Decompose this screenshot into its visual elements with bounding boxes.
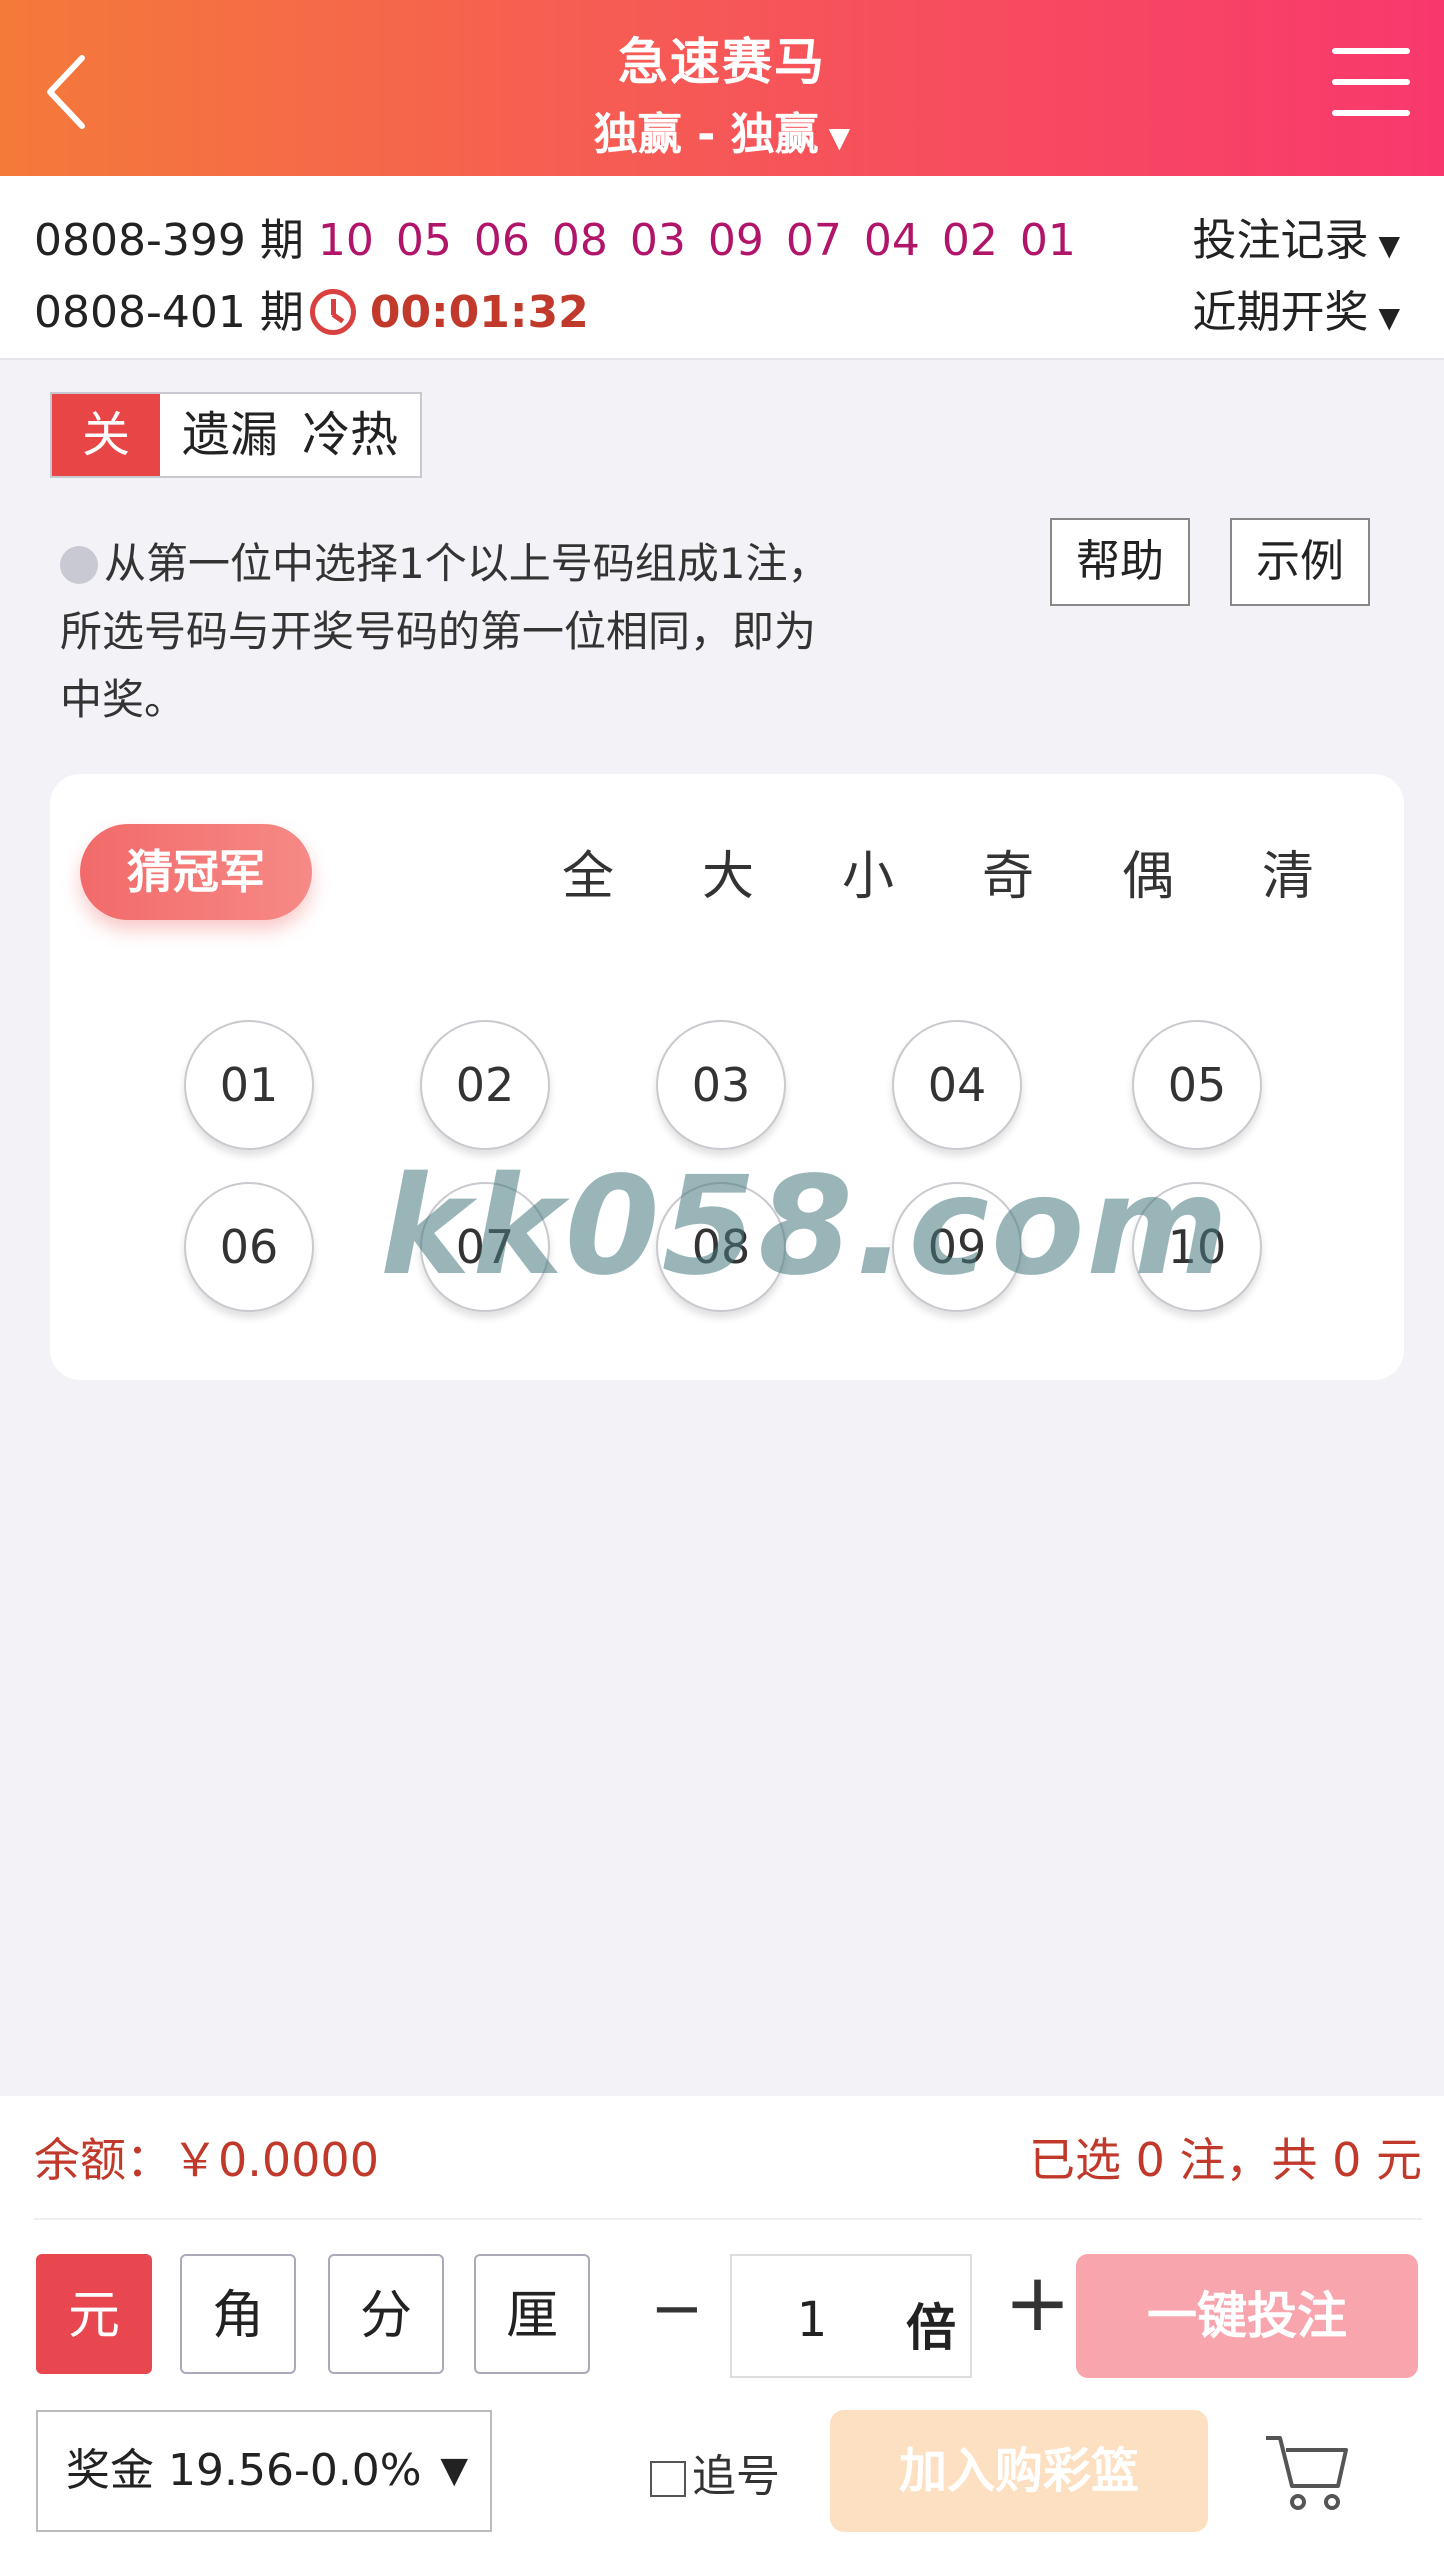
display-mode-toggle: 关 遗漏 冷热 xyxy=(50,392,423,478)
draw-number: 04 xyxy=(863,215,920,266)
rule-line-1: 从第一位中选择1个以上号码组成1注， xyxy=(104,539,830,588)
chase-checkbox[interactable]: 追号 xyxy=(650,2440,780,2504)
balance: 余额：￥0.0000 xyxy=(34,2133,379,2187)
number-ball-02[interactable]: 02 xyxy=(420,1020,550,1150)
info-dot-icon xyxy=(60,546,98,584)
bet-panel: 余额：￥0.0000 已选 0 注，共 0 元 元 角 分 厘 − 1 倍 + … xyxy=(0,2096,1444,2572)
checkbox-icon xyxy=(650,2461,686,2497)
draw-number: 08 xyxy=(551,215,608,266)
clock-icon xyxy=(309,289,356,335)
recent-draws-dropdown[interactable]: 近期开奖 ▼ xyxy=(1192,276,1400,340)
watermark: kk058.com xyxy=(380,1148,1231,1306)
draw-number: 02 xyxy=(941,215,998,266)
previous-issue-label: 0808-399 期 xyxy=(34,215,304,266)
draw-number: 01 xyxy=(1019,215,1076,266)
number-ball-06[interactable]: 06 xyxy=(184,1182,314,1312)
unit-yuan[interactable]: 元 xyxy=(36,2254,152,2374)
selection-summary: 已选 0 注，共 0 元 xyxy=(1028,2133,1422,2187)
current-issue-label: 0808-401 期 xyxy=(34,287,304,338)
caret-down-icon: ▼ xyxy=(1378,301,1400,334)
app-header: 急速赛马 独赢 - 独赢 ▼ xyxy=(0,0,1444,176)
multiplier-input[interactable]: 1 倍 xyxy=(730,2254,972,2378)
quick-select-odd[interactable]: 奇 xyxy=(968,834,1048,909)
caret-down-icon: ▼ xyxy=(1378,229,1400,262)
caret-down-icon: ▼ xyxy=(440,2450,468,2491)
number-ball-01[interactable]: 01 xyxy=(184,1020,314,1150)
number-ball-04[interactable]: 04 xyxy=(892,1020,1022,1150)
position-label: 猜冠军 xyxy=(80,824,312,920)
toggle-hotcold[interactable]: 冷热 xyxy=(302,394,420,476)
previous-draw-numbers: 10 05 06 08 03 09 07 04 02 01 xyxy=(318,215,1098,266)
page-title: 急速赛马 xyxy=(618,33,826,91)
chase-label: 追号 xyxy=(692,2451,780,2502)
multiplier-unit: 倍 xyxy=(906,2299,956,2357)
recent-draws-label: 近期开奖 xyxy=(1192,287,1369,338)
bet-record-dropdown[interactable]: 投注记录 ▼ xyxy=(1192,204,1400,268)
unit-li[interactable]: 厘 xyxy=(474,2254,590,2374)
unit-fen[interactable]: 分 xyxy=(328,2254,444,2374)
draw-number: 07 xyxy=(785,215,842,266)
current-issue: 0808-401 期 00:01:32 xyxy=(34,276,589,340)
toggle-missing[interactable]: 遗漏 xyxy=(160,394,302,476)
quick-select-all[interactable]: 全 xyxy=(548,834,628,909)
draw-number: 03 xyxy=(629,215,686,266)
draw-number: 06 xyxy=(473,215,530,266)
add-to-cart-button[interactable]: 加入购彩篮 xyxy=(830,2410,1208,2532)
draw-number: 10 xyxy=(317,215,374,266)
countdown: 00:01:32 xyxy=(369,287,589,338)
number-ball-03[interactable]: 03 xyxy=(656,1020,786,1150)
play-type-label: 独赢 - 独赢 xyxy=(593,109,819,160)
prize-select[interactable]: 奖金 19.56-0.0% ▼ xyxy=(36,2410,492,2532)
toggle-off[interactable]: 关 xyxy=(52,394,160,476)
unit-jiao[interactable]: 角 xyxy=(180,2254,296,2374)
issue-panel: 0808-399 期 10 05 06 08 03 09 07 04 02 01 0808-401… xyxy=(0,176,1444,360)
draw-number: 05 xyxy=(395,215,452,266)
rule-description: 从第一位中选择1个以上号码组成1注， 所选号码与开奖号码的第一位相同，即为 中奖… xyxy=(60,530,960,734)
quick-select-small[interactable]: 小 xyxy=(828,834,908,909)
divider xyxy=(34,2218,1422,2220)
rule-line-3: 中奖。 xyxy=(60,675,187,724)
cart-icon[interactable] xyxy=(1262,2428,1352,2514)
number-ball-05[interactable]: 05 xyxy=(1132,1020,1262,1150)
prize-value: 奖金 19.56-0.0% xyxy=(66,2445,422,2496)
rule-line-2: 所选号码与开奖号码的第一位相同，即为 xyxy=(60,607,817,656)
help-button[interactable]: 帮助 xyxy=(1050,518,1190,606)
multiplier-value: 1 xyxy=(796,2292,828,2348)
example-button[interactable]: 示例 xyxy=(1230,518,1370,606)
bet-record-label: 投注记录 xyxy=(1192,215,1369,266)
draw-number: 09 xyxy=(707,215,764,266)
multiplier-minus-button[interactable]: − xyxy=(650,2272,704,2346)
multiplier-plus-button[interactable]: + xyxy=(1004,2256,1071,2349)
play-type-selector[interactable]: 独赢 - 独赢 ▼ xyxy=(0,98,1444,162)
one-key-bet-button[interactable]: 一键投注 xyxy=(1076,2254,1418,2378)
menu-icon[interactable] xyxy=(1332,48,1410,122)
quick-select-even[interactable]: 偶 xyxy=(1108,834,1188,909)
previous-issue: 0808-399 期 10 05 06 08 03 09 07 04 02 01 xyxy=(34,204,1098,268)
caret-down-icon: ▼ xyxy=(828,120,851,154)
quick-select-clear[interactable]: 清 xyxy=(1248,834,1328,909)
quick-select-big[interactable]: 大 xyxy=(688,834,768,909)
